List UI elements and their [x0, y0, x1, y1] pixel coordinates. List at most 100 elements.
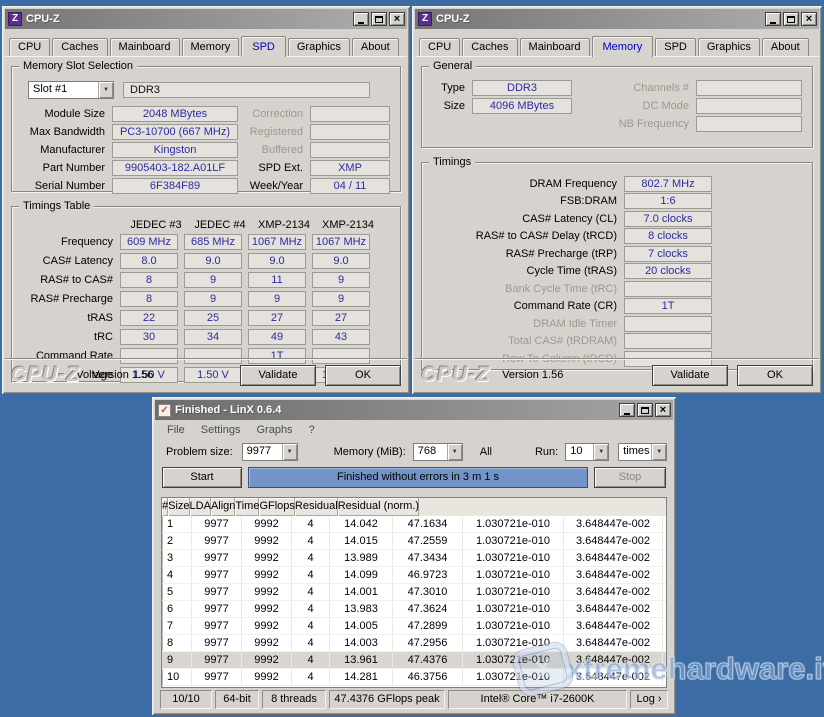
tab[interactable]: SPD: [655, 38, 696, 56]
table-row[interactable]: 10 9977 9992 4 14.281 46.3756 1.030721e-…: [162, 669, 666, 686]
timings-table-group: Timings Table JEDEC #3JEDEC #4XMP-2134XM…: [11, 206, 401, 382]
field-value: [310, 106, 390, 122]
cell-size: 9977: [192, 652, 242, 669]
run-count-value: 10: [566, 444, 593, 460]
field-value: 4096 MBytes: [472, 98, 572, 114]
cell-filler: [663, 533, 666, 550]
cell-gflops: 47.2956: [393, 635, 463, 652]
cell-gflops: 47.3010: [393, 584, 463, 601]
cell-align: 4: [292, 652, 330, 669]
group-title: Timings: [429, 156, 475, 168]
cell-gflops: 47.2559: [393, 533, 463, 550]
table-row[interactable]: 1 9977 9992 4 14.042 47.1634 1.030721e-0…: [162, 516, 666, 533]
tab[interactable]: CPU: [419, 38, 460, 56]
table-row[interactable]: 6 9977 9992 4 13.983 47.3624 1.030721e-0…: [162, 601, 666, 618]
tab-bar: CPUCachesMainboardMemorySPDGraphicsAbout: [5, 29, 407, 56]
cell-align: 4: [292, 550, 330, 567]
run-count-select[interactable]: 10 ▼: [565, 443, 609, 461]
run-unit-select[interactable]: times ▼: [618, 443, 667, 461]
timings-group: Timings DRAM Frequency 802.7 MHz FSB:DRA…: [421, 162, 813, 370]
log-toggle-button[interactable]: Log ›: [630, 690, 668, 709]
ok-button[interactable]: OK: [325, 365, 401, 386]
start-button[interactable]: Start: [162, 467, 242, 488]
problem-size-select[interactable]: 9977 ▼: [242, 443, 298, 461]
minimize-button[interactable]: [619, 403, 635, 417]
tab[interactable]: Caches: [462, 38, 517, 56]
field-value: [696, 116, 802, 132]
maximize-button[interactable]: [637, 403, 653, 417]
tab[interactable]: Graphics: [288, 38, 350, 56]
timing-row-label: Frequency: [20, 236, 120, 248]
timing-row: RAS# to CAS# Delay (tRCD) 8 clocks: [436, 228, 804, 246]
cell-size: 9977: [192, 669, 242, 686]
tab[interactable]: Memory: [592, 36, 654, 57]
column-header[interactable]: Align: [211, 498, 235, 516]
menu-item[interactable]: ?: [301, 422, 323, 438]
close-button[interactable]: ×: [801, 12, 817, 26]
maximize-button[interactable]: [783, 12, 799, 26]
column-header[interactable]: LDA: [190, 498, 211, 516]
field-row: Max Bandwidth PC3-10700 (667 MHz) Regist…: [20, 123, 392, 141]
cell-size: 9977: [192, 533, 242, 550]
column-header[interactable]: Residual (norm.): [338, 498, 419, 516]
table-row[interactable]: 5 9977 9992 4 14.001 47.3010 1.030721e-0…: [162, 584, 666, 601]
menu-bar: FileSettingsGraphs?: [155, 420, 673, 439]
stop-button[interactable]: Stop: [594, 467, 666, 488]
problem-size-label: Problem size:: [166, 446, 233, 458]
table-row[interactable]: 9 9977 9992 4 13.961 47.4376 1.030721e-0…: [162, 652, 666, 669]
close-button[interactable]: ×: [389, 12, 405, 26]
cell-lda: 9992: [242, 669, 292, 686]
status-bitness: 64-bit: [215, 690, 259, 709]
timing-value: [624, 333, 712, 349]
tab[interactable]: Graphics: [698, 38, 760, 56]
minimize-button[interactable]: [353, 12, 369, 26]
tab-bar: CPU CachesMainboardMemorySPDGraphicsAbout: [415, 29, 819, 56]
tab[interactable]: Mainboard: [110, 38, 180, 56]
group-title: General: [429, 60, 476, 72]
tab[interactable]: About: [352, 38, 399, 56]
table-row[interactable]: 8 9977 9992 4 14.003 47.2956 1.030721e-0…: [162, 635, 666, 652]
table-row[interactable]: 7 9977 9992 4 14.005 47.2899 1.030721e-0…: [162, 618, 666, 635]
cell-residual: 1.030721e-010: [463, 550, 564, 567]
validate-button[interactable]: Validate: [652, 365, 728, 386]
column-header[interactable]: Size: [168, 498, 189, 516]
timing-row-label: tRC: [20, 331, 120, 343]
tab[interactable]: CPU: [9, 38, 50, 56]
table-row[interactable]: 4 9977 9992 4 14.099 46.9723 1.030721e-0…: [162, 567, 666, 584]
minimize-button[interactable]: [765, 12, 781, 26]
action-row: Start Finished without errors in 3 m 1 s…: [155, 464, 673, 491]
field-value: [310, 124, 390, 140]
cell-time: 13.989: [330, 550, 393, 567]
menu-item[interactable]: Graphs: [248, 422, 300, 438]
ok-button[interactable]: OK: [737, 365, 813, 386]
close-button[interactable]: ×: [655, 403, 671, 417]
timing-value: [624, 316, 712, 332]
slot-select[interactable]: Slot #1 ▼: [28, 81, 114, 99]
validate-button[interactable]: Validate: [240, 365, 316, 386]
tab[interactable]: Mainboard: [520, 38, 590, 56]
column-header[interactable]: Time: [235, 498, 259, 516]
column-header[interactable]: GFlops: [259, 498, 294, 516]
tab[interactable]: SPD: [241, 36, 286, 57]
close-icon: ×: [806, 14, 812, 25]
maximize-button[interactable]: [371, 12, 387, 26]
tab[interactable]: About: [762, 38, 809, 56]
status-threads: 8 threads: [262, 690, 326, 709]
timing-row: RAS# Precharge 8 9 9 9: [20, 290, 392, 308]
table-row[interactable]: 2 9977 9992 4 14.015 47.2559 1.030721e-0…: [162, 533, 666, 550]
status-cpu-name: Intel® Core™ i7-2600K: [448, 690, 627, 709]
tab-label: CPU: [428, 41, 451, 53]
tab[interactable]: Caches: [52, 38, 107, 56]
memory-select[interactable]: 768 ▼: [413, 443, 463, 461]
general-group: General Type DDR3 Size 4096 MBytes: [421, 66, 813, 148]
column-header[interactable]: Residual: [295, 498, 338, 516]
menu-item[interactable]: File: [159, 422, 193, 438]
timing-row: DRAM Frequency 802.7 MHz: [436, 175, 804, 193]
menu-item[interactable]: Settings: [193, 422, 249, 438]
cell-size: 9977: [192, 550, 242, 567]
table-row[interactable]: 3 9977 9992 4 13.989 47.3434 1.030721e-0…: [162, 550, 666, 567]
timing-row: FSB:DRAM 1:6: [436, 193, 804, 211]
tab[interactable]: Memory: [182, 38, 240, 56]
window-title: Finished - LinX 0.6.4: [175, 404, 613, 416]
cell-residual-norm: 3.648447e-002: [564, 601, 663, 618]
